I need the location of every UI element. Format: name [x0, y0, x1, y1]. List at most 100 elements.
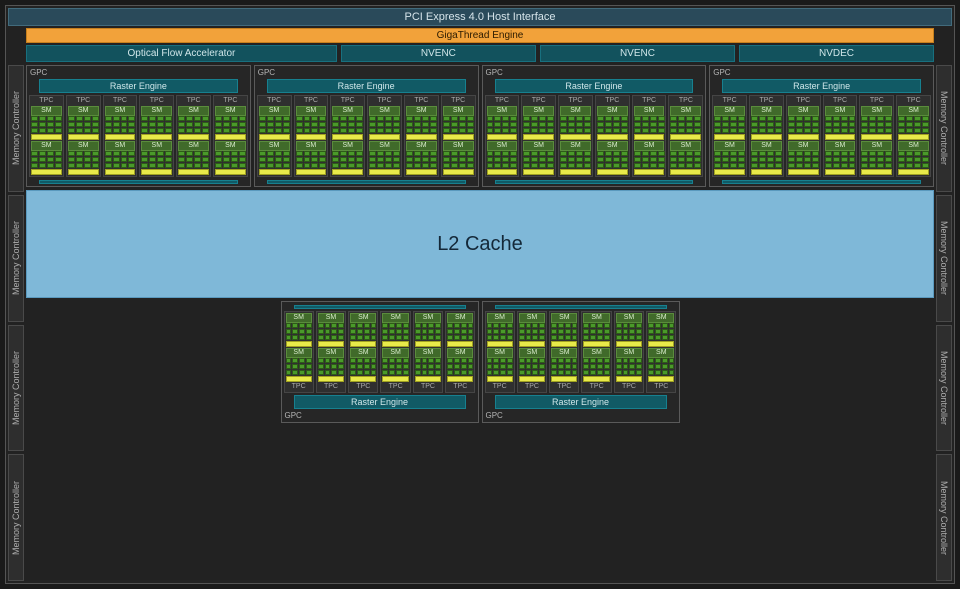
cuda-core: [84, 122, 91, 127]
cuda-core: [804, 116, 811, 121]
tpc-label: TPC: [560, 97, 591, 105]
cuda-core: [526, 358, 532, 363]
core-row: [382, 370, 408, 375]
cuda-core: [833, 116, 840, 121]
cuda-core: [539, 335, 545, 340]
cuda-core: [275, 128, 282, 133]
cuda-core: [299, 323, 305, 328]
core-row: [670, 128, 701, 133]
cuda-core: [658, 116, 665, 121]
cuda-core: [348, 151, 355, 156]
cuda-core: [493, 323, 499, 328]
cuda-core: [447, 323, 453, 328]
cuda-core: [31, 128, 38, 133]
cuda-core: [267, 157, 274, 162]
cuda-core: [877, 116, 884, 121]
core-row: [560, 122, 591, 127]
sm: SM: [406, 141, 437, 175]
core-row: [178, 128, 209, 133]
cuda-core: [642, 157, 649, 162]
cuda-core: [558, 358, 564, 363]
cuda-core: [121, 122, 128, 127]
core-row: [406, 157, 437, 162]
cuda-core: [500, 323, 506, 328]
sm: SM: [318, 313, 344, 347]
cuda-core: [422, 364, 428, 369]
cuda-core: [885, 122, 892, 127]
tpc-label: TPC: [861, 97, 892, 105]
cuda-core: [650, 163, 657, 168]
sm-cores: [382, 323, 408, 340]
cuda-core: [804, 163, 811, 168]
core-row: [551, 335, 577, 340]
cuda-core: [877, 151, 884, 156]
cuda-core: [396, 323, 402, 328]
cuda-core: [526, 364, 532, 369]
cuda-core: [194, 116, 201, 121]
rt-tensor-row: [670, 134, 701, 140]
sm-label: SM: [68, 141, 99, 151]
cuda-core: [39, 151, 46, 156]
sm-label: SM: [443, 106, 474, 116]
cuda-core: [165, 116, 172, 121]
sm-cores: [487, 358, 513, 375]
tpc: TPCSMSM: [66, 95, 101, 177]
sm-cores: [487, 116, 518, 133]
core-row: [296, 163, 327, 168]
cuda-core: [105, 157, 112, 162]
cuda-core: [350, 358, 356, 363]
cuda-core: [547, 122, 554, 127]
cuda-core: [804, 122, 811, 127]
sm-label: SM: [616, 313, 642, 323]
cuda-core: [389, 323, 395, 328]
cuda-core: [149, 122, 156, 127]
cuda-core: [906, 122, 913, 127]
sm-label: SM: [215, 106, 246, 116]
cuda-core: [487, 358, 493, 363]
sm: SM: [382, 313, 408, 347]
cuda-core: [304, 116, 311, 121]
cuda-core: [604, 329, 610, 334]
tpc: TPCSMSM: [896, 95, 931, 177]
cuda-core: [605, 157, 612, 162]
cuda-core: [223, 151, 230, 156]
cuda-core: [415, 323, 421, 328]
core-row: [788, 128, 819, 133]
cuda-core: [84, 163, 91, 168]
rt-tensor-row: [898, 169, 929, 175]
cuda-core: [338, 364, 344, 369]
cuda-core: [165, 128, 172, 133]
cuda-core: [186, 157, 193, 162]
tpc-label: TPC: [141, 97, 172, 105]
tpc: TPCSMSM: [445, 311, 475, 393]
cuda-core: [76, 128, 83, 133]
cuda-core: [415, 364, 421, 369]
cuda-core: [393, 116, 400, 121]
sm-label: SM: [788, 141, 819, 151]
cuda-core: [576, 151, 583, 156]
sm-cores: [487, 151, 518, 168]
sm-label: SM: [597, 106, 628, 116]
core-row: [560, 128, 591, 133]
gpc-label: GPC: [485, 411, 677, 420]
cuda-core: [849, 163, 856, 168]
cuda-core: [636, 323, 642, 328]
cuda-core: [547, 163, 554, 168]
cuda-core: [507, 358, 513, 363]
core-row: [259, 151, 290, 156]
cuda-core: [406, 116, 413, 121]
sm-label: SM: [382, 348, 408, 358]
sm-label: SM: [560, 141, 591, 151]
cuda-core: [584, 128, 591, 133]
core-row: [583, 370, 609, 375]
cuda-core: [906, 163, 913, 168]
core-row: [406, 122, 437, 127]
cuda-core: [202, 163, 209, 168]
cuda-core: [348, 122, 355, 127]
cuda-core: [658, 122, 665, 127]
core-row: [898, 116, 929, 121]
cuda-core: [113, 163, 120, 168]
cuda-core: [332, 163, 339, 168]
cuda-core: [55, 157, 62, 162]
core-row: [141, 157, 172, 162]
